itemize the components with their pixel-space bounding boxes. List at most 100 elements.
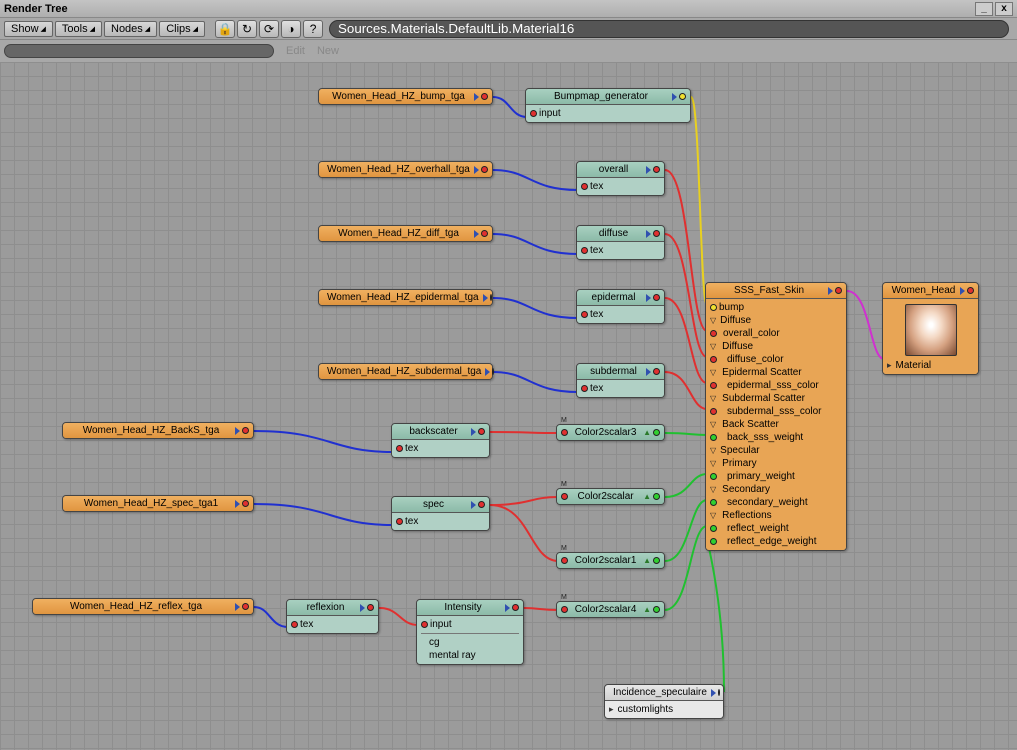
in-port[interactable]: [396, 445, 403, 452]
in-port[interactable]: [581, 247, 588, 254]
out-port[interactable]: [653, 230, 660, 237]
expand-icon[interactable]: ▸: [887, 360, 892, 371]
out-port[interactable]: [367, 604, 374, 611]
collapse-icon[interactable]: ▽: [710, 343, 716, 351]
node-color2scalar1[interactable]: M Color2scalar1▲: [556, 552, 665, 569]
in-port-diffuse-color[interactable]: [710, 356, 717, 363]
menu-clips[interactable]: Clips◢: [159, 21, 205, 37]
collapse-icon[interactable]: ▽: [710, 447, 716, 455]
out-port[interactable]: [481, 166, 488, 173]
expand-icon[interactable]: ▸: [609, 704, 614, 715]
collapse-icon[interactable]: ▽: [710, 395, 716, 403]
menu-show[interactable]: Show◢: [4, 21, 53, 37]
in-port[interactable]: [530, 110, 537, 117]
node-graph-canvas[interactable]: Women_Head_HZ_bump_tga Women_Head_HZ_ove…: [0, 62, 1017, 750]
in-port[interactable]: [291, 621, 298, 628]
node-color2scalar4[interactable]: M Color2scalar4▲: [556, 601, 665, 618]
menu-nodes[interactable]: Nodes◢: [104, 21, 157, 37]
in-port[interactable]: [581, 385, 588, 392]
node-tex-subdermal[interactable]: Women_Head_HZ_subdermal_tga: [318, 363, 493, 380]
close-button[interactable]: x: [995, 2, 1013, 16]
node-color2scalar3[interactable]: M Color2scalar3▲: [556, 424, 665, 441]
in-port-reflect-edge-weight[interactable]: [710, 538, 717, 545]
help-icon[interactable]: ?: [303, 20, 323, 38]
out-port[interactable]: [481, 93, 488, 100]
out-port[interactable]: [490, 294, 492, 301]
in-port-primary-weight[interactable]: [710, 473, 717, 480]
minimize-button[interactable]: _: [975, 2, 993, 16]
in-port[interactable]: [561, 606, 568, 613]
collapse-icon[interactable]: ▽: [710, 460, 716, 468]
node-tex-overhall[interactable]: Women_Head_HZ_overhall_tga: [318, 161, 493, 178]
node-backscater[interactable]: backscater tex: [391, 423, 490, 458]
lock-icon[interactable]: 🔒: [215, 20, 235, 38]
node-reflexion[interactable]: reflexion tex: [286, 599, 379, 634]
out-port[interactable]: [967, 287, 974, 294]
out-port[interactable]: [653, 368, 660, 375]
out-port[interactable]: [653, 557, 660, 564]
in-port-overall-color[interactable]: [710, 330, 717, 337]
node-subdermal[interactable]: subdermal tex: [576, 363, 665, 398]
node-tex-backs[interactable]: Women_Head_HZ_BackS_tga: [62, 422, 254, 439]
out-port[interactable]: [242, 603, 249, 610]
path-field[interactable]: [329, 20, 1009, 38]
refresh-icon[interactable]: ↻: [237, 20, 257, 38]
out-port[interactable]: [242, 427, 249, 434]
out-port[interactable]: [478, 501, 485, 508]
node-diffuse[interactable]: diffuse tex: [576, 225, 665, 260]
node-spec[interactable]: spec tex: [391, 496, 490, 531]
node-tex-diff[interactable]: Women_Head_HZ_diff_tga: [318, 225, 493, 242]
out-port[interactable]: [653, 429, 660, 436]
node-sss-fast-skin[interactable]: SSS_Fast_Skin bump ▽Diffuse overall_colo…: [705, 282, 847, 551]
sphere-icon[interactable]: ◑: [281, 20, 301, 38]
in-port-epidermal-sss-color[interactable]: [710, 382, 717, 389]
in-port[interactable]: [561, 493, 568, 500]
in-port-reflect-weight[interactable]: [710, 525, 717, 532]
recycle-icon[interactable]: ⟳: [259, 20, 279, 38]
menu-tools[interactable]: Tools◢: [55, 21, 102, 37]
node-bumpmap-generator[interactable]: Bumpmap_generator input: [525, 88, 691, 123]
collapse-icon[interactable]: ▽: [710, 369, 716, 377]
out-port[interactable]: [478, 428, 485, 435]
collapse-icon[interactable]: ▽: [710, 486, 716, 494]
out-port[interactable]: [242, 500, 249, 507]
out-port[interactable]: [512, 604, 519, 611]
out-port[interactable]: [653, 606, 660, 613]
in-port[interactable]: [561, 557, 568, 564]
edit-button[interactable]: Edit: [280, 44, 311, 58]
node-tex-spec[interactable]: Women_Head_HZ_spec_tga1: [62, 495, 254, 512]
out-tri-icon: [471, 428, 476, 436]
out-port[interactable]: [653, 493, 660, 500]
slider[interactable]: [4, 44, 274, 58]
out-port[interactable]: [718, 689, 720, 696]
new-button[interactable]: New: [311, 44, 345, 58]
out-port[interactable]: [653, 294, 660, 301]
in-port[interactable]: [396, 518, 403, 525]
node-material[interactable]: Women_Head ▸Material: [882, 282, 979, 375]
out-port[interactable]: [653, 166, 660, 173]
out-port[interactable]: [835, 287, 842, 294]
node-tex-reflex[interactable]: Women_Head_HZ_reflex_tga: [32, 598, 254, 615]
node-tex-epidermal[interactable]: Women_Head_HZ_epidermal_tga: [318, 289, 493, 306]
out-port[interactable]: [679, 93, 686, 100]
in-port-back-sss-weight[interactable]: [710, 434, 717, 441]
node-incidence-speculaire[interactable]: Incidence_speculaire ▸customlights: [604, 684, 724, 719]
collapse-icon[interactable]: ▽: [710, 421, 716, 429]
in-port[interactable]: [421, 621, 428, 628]
node-intensity[interactable]: Intensity input cg mental ray: [416, 599, 524, 665]
collapse-icon[interactable]: ▽: [710, 512, 716, 520]
node-tex-bump[interactable]: Women_Head_HZ_bump_tga: [318, 88, 493, 105]
node-epidermal[interactable]: epidermal tex: [576, 289, 665, 324]
in-port[interactable]: [581, 183, 588, 190]
in-port-subdermal-sss-color[interactable]: [710, 408, 717, 415]
node-color2scalar[interactable]: M Color2scalar▲: [556, 488, 665, 505]
in-port[interactable]: [561, 429, 568, 436]
node-overall[interactable]: overall tex: [576, 161, 665, 196]
in-port-bump[interactable]: [710, 304, 717, 311]
collapse-icon[interactable]: ▽: [710, 317, 716, 325]
out-port[interactable]: [481, 230, 488, 237]
in-port[interactable]: [581, 311, 588, 318]
out-port[interactable]: [492, 368, 494, 375]
in-port-secondary-weight[interactable]: [710, 499, 717, 506]
out-tri-icon: [672, 93, 677, 101]
